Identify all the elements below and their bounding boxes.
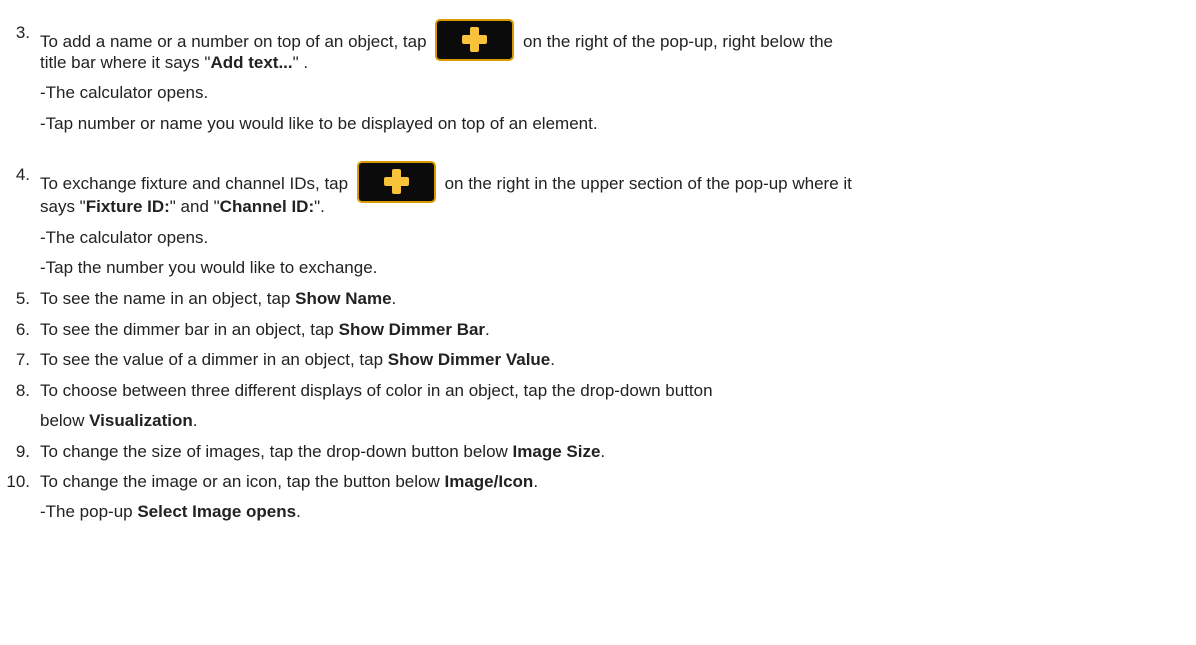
step-text: " and ": [169, 197, 220, 216]
step-text: .: [485, 320, 490, 339]
step-text: -The pop-up: [40, 502, 138, 521]
plus-icon-vertical: [470, 27, 480, 52]
bold-term: Visualization: [89, 411, 193, 430]
step-text: below: [40, 411, 90, 430]
bold-term: Add text...: [210, 53, 293, 72]
step-text: .: [296, 502, 301, 521]
step-number: 3.: [15, 23, 30, 42]
step-text: To see the dimmer bar in an object, tap: [40, 320, 339, 339]
step-text-line: To choose between three different displa…: [40, 381, 713, 400]
step-number: 10.: [6, 472, 30, 491]
step-text-line: To see the value of a dimmer in an objec…: [40, 346, 555, 374]
step-number: 7.: [15, 350, 30, 369]
step-text: says ": [40, 197, 86, 216]
bold-term: Select Image opens: [137, 502, 297, 521]
plus-icon-vertical: [391, 169, 401, 194]
step-text: To see the name in an object, tap: [40, 289, 296, 308]
step-text: To change the image or an icon, tap the …: [40, 472, 445, 491]
step-text-line: -Tap the number you would like to exchan…: [40, 258, 378, 277]
step-text-line: says "Fixture ID:" and "Channel ID:".: [40, 193, 325, 221]
step-number: 5.: [15, 289, 30, 308]
step-text: " .: [292, 53, 309, 72]
step-number: 4.: [15, 165, 30, 184]
step-text: .: [600, 442, 606, 461]
step-text-line: To see the name in an object, tap Show N…: [40, 285, 396, 313]
step-number: 6.: [15, 320, 30, 339]
bold-term: Fixture ID:: [85, 197, 170, 216]
exchange-id-button[interactable]: [356, 161, 436, 203]
step-text: on the right in the upper section of the…: [444, 174, 852, 193]
bold-term: Image/Icon: [444, 472, 534, 491]
step-text-line: -The calculator opens.: [40, 83, 209, 102]
step-text: To change the size of images, tap the dr…: [40, 442, 513, 461]
bold-term: Show Dimmer Bar: [338, 320, 486, 339]
step-number: 9.: [15, 442, 30, 461]
step-text-line: -The pop-up Select Image opens.: [40, 498, 301, 526]
step-text-line: To change the size of images, tap the dr…: [40, 438, 605, 466]
step-text-line: To change the image or an icon, tap the …: [40, 468, 538, 496]
bold-term: Image Size: [512, 442, 601, 461]
step-text: title bar where it says ": [40, 53, 211, 72]
step-text: .: [391, 289, 397, 308]
add-text-button[interactable]: [435, 19, 515, 61]
step-text: .: [533, 472, 539, 491]
step-text-line: below Visualization.: [40, 407, 197, 435]
bold-term: Channel ID:: [219, 197, 315, 216]
step-text-line: title bar where it says "Add text..." .: [40, 49, 308, 77]
step-text-line: -The calculator opens.: [40, 228, 209, 247]
step-text: To exchange fixture and channel IDs, tap: [40, 174, 349, 193]
step-text: .: [192, 411, 198, 430]
step-text: on the right of the pop-up, right below …: [523, 32, 833, 51]
step-text: ".: [314, 197, 325, 216]
bold-term: Show Dimmer Value: [387, 350, 551, 369]
step-text: To see the value of a dimmer in an objec…: [40, 350, 388, 369]
step-number: 8.: [15, 381, 30, 400]
step-text-line: To see the dimmer bar in an object, tap …: [40, 316, 490, 344]
bold-term: Show Name: [295, 289, 392, 308]
step-text: .: [550, 350, 555, 369]
instruction-list: 3. To add a name or a number on top of a…: [0, 0, 1196, 645]
step-text-line: -Tap number or name you would like to be…: [40, 114, 598, 133]
